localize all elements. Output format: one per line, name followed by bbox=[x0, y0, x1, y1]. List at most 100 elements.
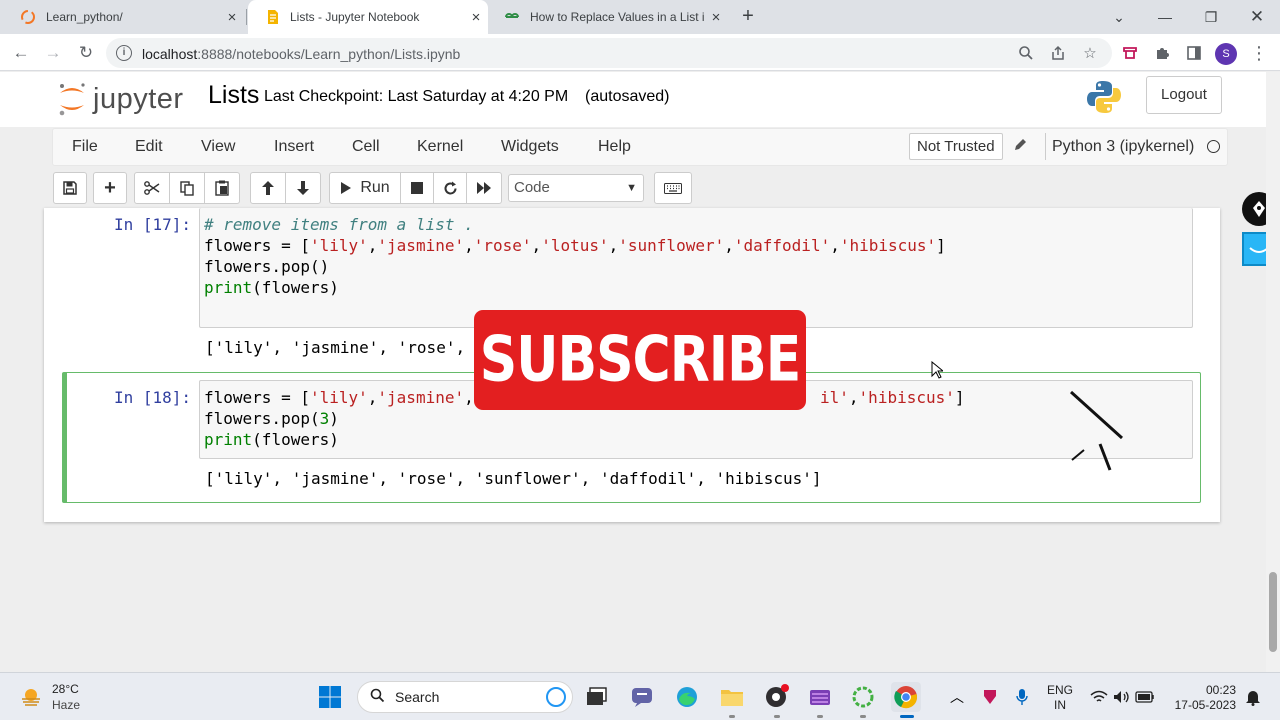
running-indicator bbox=[817, 715, 823, 718]
cell-type-value: Code bbox=[514, 179, 550, 196]
forward-arrow-icon[interactable]: → bbox=[40, 40, 66, 66]
teams-chat-icon[interactable] bbox=[627, 682, 657, 712]
menu-widgets[interactable]: Widgets bbox=[501, 138, 559, 156]
start-windows-icon[interactable] bbox=[315, 682, 345, 712]
menu-view[interactable]: View bbox=[201, 138, 235, 156]
command-palette-button[interactable] bbox=[654, 172, 692, 204]
tab-close-icon[interactable]: × bbox=[464, 9, 488, 26]
notification-bell-icon[interactable] bbox=[1238, 682, 1268, 712]
cut-button[interactable] bbox=[134, 172, 170, 204]
tab-label: Learn_python/ bbox=[46, 10, 123, 24]
search-placeholder: Search bbox=[395, 689, 440, 705]
tab-close-icon[interactable]: × bbox=[704, 9, 728, 26]
restart-run-all-button[interactable] bbox=[466, 172, 502, 204]
close-window-icon[interactable]: ✕ bbox=[1234, 0, 1280, 34]
input-language[interactable]: ENG IN bbox=[1044, 683, 1076, 713]
fast-forward-icon bbox=[477, 182, 491, 194]
share-icon[interactable] bbox=[1048, 43, 1068, 63]
code-line: print(flowers) bbox=[204, 278, 339, 297]
search-icon bbox=[370, 688, 385, 707]
bookmark-star-icon[interactable]: ☆ bbox=[1080, 43, 1100, 63]
restart-icon bbox=[444, 181, 456, 194]
logout-button[interactable]: Logout bbox=[1146, 76, 1222, 114]
scissors-icon bbox=[144, 181, 160, 195]
reload-icon[interactable]: ↻ bbox=[73, 40, 99, 66]
menu-kernel[interactable]: Kernel bbox=[417, 138, 463, 156]
obs-studio-icon[interactable] bbox=[762, 682, 792, 712]
page-scrollbar[interactable] bbox=[1266, 72, 1280, 672]
browser-menu-icon[interactable]: ⋮ bbox=[1248, 42, 1270, 64]
autosave-status: (autosaved) bbox=[585, 88, 670, 105]
tab-replace-values-article[interactable]: How to Replace Values in a List in × bbox=[488, 0, 728, 34]
plus-icon: + bbox=[104, 176, 116, 199]
menu-insert[interactable]: Insert bbox=[274, 138, 314, 156]
scrollbar-thumb[interactable] bbox=[1269, 572, 1277, 652]
code-line: # remove items from a list . bbox=[204, 215, 474, 234]
play-icon bbox=[341, 182, 352, 194]
move-cell-up-button[interactable] bbox=[250, 172, 286, 204]
battery-icon[interactable] bbox=[1130, 682, 1160, 712]
edge-browser-icon[interactable] bbox=[672, 682, 702, 712]
file-explorer-icon[interactable] bbox=[717, 682, 747, 712]
run-button[interactable]: Run bbox=[329, 172, 401, 204]
kernel-idle-indicator-icon bbox=[1207, 140, 1220, 153]
browser-toolbar: ← → ↻ i localhost:8888/notebooks/Learn_p… bbox=[0, 34, 1280, 71]
kernel-name[interactable]: Python 3 (ipykernel) bbox=[1045, 133, 1194, 160]
menu-help[interactable]: Help bbox=[598, 138, 631, 156]
copy-button[interactable] bbox=[169, 172, 205, 204]
restore-icon[interactable]: ❐ bbox=[1188, 0, 1234, 34]
tab-lists-notebook[interactable]: Lists - Jupyter Notebook × bbox=[248, 0, 488, 34]
zoom-icon[interactable] bbox=[1016, 43, 1036, 63]
running-indicator bbox=[729, 715, 735, 718]
tab-learn-python[interactable]: Learn_python/ × bbox=[4, 0, 244, 34]
bing-icon bbox=[546, 687, 566, 707]
running-indicator bbox=[860, 715, 866, 718]
extension-red-icon[interactable] bbox=[1119, 42, 1141, 64]
notebook-title[interactable]: Lists bbox=[208, 81, 259, 110]
paste-button[interactable] bbox=[204, 172, 240, 204]
minimize-icon[interactable]: — bbox=[1142, 0, 1188, 34]
microphone-icon[interactable] bbox=[1007, 682, 1037, 712]
cell-type-select[interactable]: Code ▼ bbox=[508, 174, 644, 202]
address-bar[interactable]: i localhost:8888/notebooks/Learn_python/… bbox=[106, 38, 1112, 68]
restart-kernel-button[interactable] bbox=[433, 172, 467, 204]
temperature: 28°C bbox=[52, 682, 79, 696]
recorder-app-icon[interactable] bbox=[848, 682, 878, 712]
new-tab-button[interactable]: + bbox=[736, 4, 760, 28]
back-arrow-icon[interactable]: ← bbox=[8, 40, 34, 66]
save-button[interactable] bbox=[53, 172, 87, 204]
insert-cell-button[interactable]: + bbox=[93, 172, 127, 204]
interrupt-kernel-button[interactable] bbox=[400, 172, 434, 204]
task-view-icon[interactable] bbox=[582, 682, 612, 712]
media-app-icon[interactable] bbox=[805, 682, 835, 712]
extensions-puzzle-icon[interactable] bbox=[1151, 42, 1173, 64]
paste-icon bbox=[215, 180, 229, 196]
edit-pencil-icon[interactable] bbox=[1013, 137, 1028, 157]
trust-indicator-button[interactable]: Not Trusted bbox=[909, 133, 1003, 160]
jupyter-logo[interactable]: jupyter bbox=[57, 79, 184, 119]
subscribe-banner[interactable]: SUBSCRIBE bbox=[474, 310, 806, 410]
show-hidden-icons-chevron-icon[interactable]: ︿ bbox=[942, 682, 972, 712]
subscribe-text: SUBSCRIBE bbox=[479, 324, 801, 396]
weather-widget[interactable]: 28°C Haze bbox=[20, 681, 80, 713]
clock[interactable]: 00:23 17-05-2023 bbox=[1168, 683, 1236, 713]
url-text: localhost:8888/notebooks/Learn_python/Li… bbox=[142, 46, 461, 62]
keyboard-icon bbox=[664, 182, 682, 194]
clock-date: 17-05-2023 bbox=[1174, 698, 1236, 712]
menu-edit[interactable]: Edit bbox=[135, 138, 163, 156]
move-cell-down-button[interactable] bbox=[285, 172, 321, 204]
menu-file[interactable]: File bbox=[72, 138, 98, 156]
profile-avatar[interactable]: S bbox=[1215, 43, 1237, 65]
side-panel-icon[interactable] bbox=[1183, 42, 1205, 64]
tab-search-chevron-icon[interactable]: ⌄ bbox=[1096, 0, 1142, 34]
chrome-browser-icon[interactable] bbox=[891, 682, 921, 712]
security-app-icon[interactable] bbox=[975, 682, 1005, 712]
checkpoint-status: Last Checkpoint: Last Saturday at 4:20 P… bbox=[264, 88, 569, 105]
windows-taskbar: 28°C Haze Search ︿ ENG IN 00:23 17-05-20… bbox=[0, 672, 1280, 720]
cell-output: ['lily', 'jasmine', 'rose', 'sunflower',… bbox=[205, 469, 822, 488]
site-info-icon[interactable]: i bbox=[116, 45, 132, 61]
menu-cell[interactable]: Cell bbox=[352, 138, 380, 156]
taskbar-search-box[interactable]: Search bbox=[357, 681, 573, 713]
tab-close-icon[interactable]: × bbox=[220, 9, 244, 26]
browser-tab-strip: Learn_python/ × Lists - Jupyter Notebook… bbox=[0, 0, 1280, 34]
